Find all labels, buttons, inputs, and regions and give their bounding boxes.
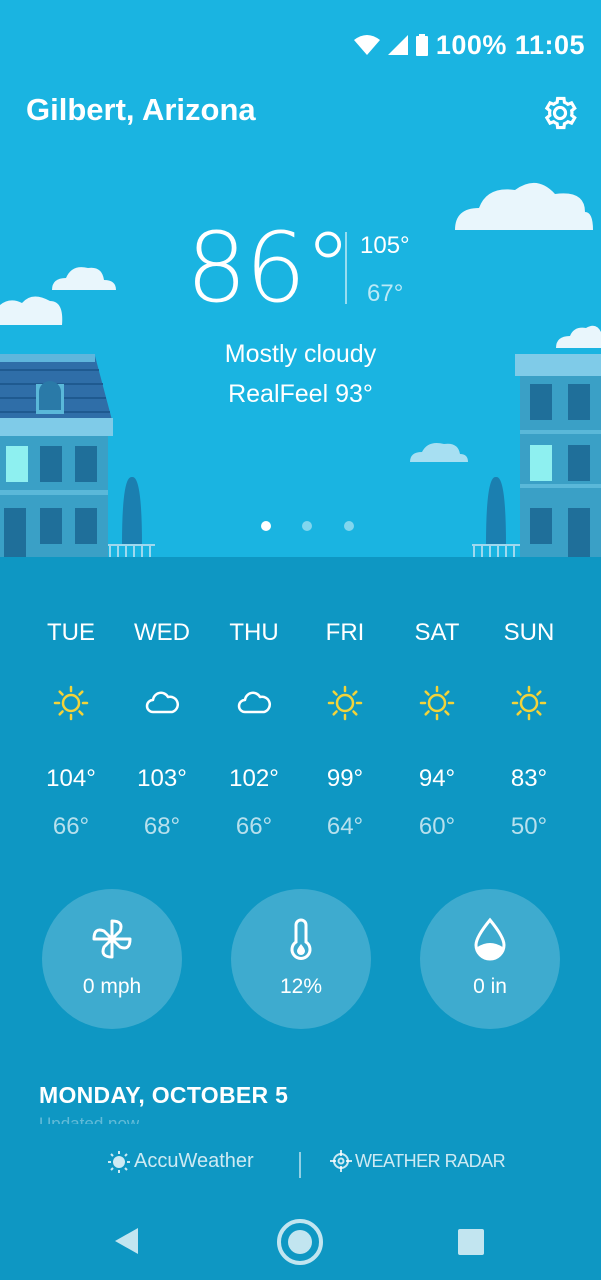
battery-percent: 100% bbox=[435, 29, 507, 60]
cloud-icon bbox=[145, 691, 179, 714]
forecast-high: 83° bbox=[510, 765, 548, 792]
humidity-value: 12% bbox=[279, 975, 323, 998]
updated-text: Updated now bbox=[39, 1114, 140, 1124]
date-heading: MONDAY, OCTOBER 5 bbox=[39, 1082, 289, 1108]
system-nav-bar bbox=[0, 1208, 601, 1280]
current-temperature: 86° bbox=[186, 212, 352, 324]
humidity-bubble[interactable]: 12% bbox=[231, 889, 371, 1029]
forecast-high: 94° bbox=[418, 765, 456, 792]
forecast-high: 103° bbox=[137, 765, 187, 792]
forecast-day-name: FRI bbox=[325, 619, 365, 646]
status-bar: 100% 11:05 bbox=[353, 28, 585, 62]
clock: 11:05 bbox=[514, 29, 585, 60]
location-title[interactable]: Gilbert, Arizona bbox=[26, 92, 256, 128]
forecast-high: 104° bbox=[46, 765, 96, 792]
accuweather-label: AccuWeather bbox=[134, 1150, 254, 1172]
sun-icon bbox=[53, 685, 89, 721]
wind-fan-icon bbox=[92, 919, 132, 959]
recent-apps-icon[interactable] bbox=[458, 1229, 484, 1255]
forecast-day-name: WED bbox=[134, 619, 190, 646]
today-low: 67° bbox=[367, 280, 404, 307]
current-weather-panel: 100% 11:05 Gilbert, Arizona 86° 105° 67°… bbox=[0, 0, 601, 557]
wind-bubble[interactable]: 0 mph bbox=[42, 889, 182, 1029]
temp-divider bbox=[345, 232, 347, 304]
condition-text: Mostly cloudy bbox=[224, 340, 377, 368]
forecast-low: 66° bbox=[52, 813, 90, 840]
forecast-low: 60° bbox=[418, 813, 456, 840]
sun-icon bbox=[511, 685, 547, 721]
page-dot[interactable] bbox=[302, 521, 312, 531]
accuweather-sun-icon bbox=[108, 1150, 130, 1173]
forecast-low: 64° bbox=[326, 813, 364, 840]
weather-radar-label: WEATHER RADAR bbox=[355, 1150, 506, 1171]
forecast-low: 50° bbox=[510, 813, 548, 840]
forecast-day-name: SUN bbox=[503, 619, 555, 646]
back-icon[interactable] bbox=[112, 1226, 140, 1256]
thermometer-drop-icon bbox=[290, 918, 312, 960]
footer-divider bbox=[299, 1152, 301, 1178]
sun-icon bbox=[327, 685, 363, 721]
forecast-day-name: TUE bbox=[47, 619, 95, 646]
battery-icon bbox=[415, 34, 428, 56]
forecast-high: 99° bbox=[326, 765, 364, 792]
page-indicator[interactable] bbox=[0, 521, 601, 535]
cloud-icon bbox=[237, 691, 271, 714]
page-dot[interactable] bbox=[261, 521, 271, 531]
home-icon[interactable] bbox=[276, 1218, 324, 1266]
forecast-low: 66° bbox=[235, 813, 273, 840]
forecast-low: 68° bbox=[143, 813, 181, 840]
forecast-day-name: THU bbox=[229, 619, 279, 646]
forecast-day-name: SAT bbox=[414, 619, 460, 646]
gear-icon[interactable] bbox=[541, 94, 579, 132]
wind-value: 0 mph bbox=[82, 975, 142, 998]
water-drop-icon bbox=[474, 917, 506, 961]
footer-links: AccuWeather WEATHER RADAR bbox=[0, 1150, 601, 1180]
cell-signal-icon bbox=[387, 35, 408, 55]
precipitation-value: 0 in bbox=[473, 975, 507, 998]
sun-icon bbox=[419, 685, 455, 721]
forecast-high: 102° bbox=[229, 765, 279, 792]
radar-crosshair-icon bbox=[330, 1150, 352, 1172]
realfeel-text: RealFeel 93° bbox=[228, 380, 373, 408]
today-high: 105° bbox=[360, 232, 410, 259]
page-dot[interactable] bbox=[344, 521, 354, 531]
accuweather-link[interactable]: AccuWeather bbox=[108, 1150, 254, 1173]
precipitation-bubble[interactable]: 0 in bbox=[420, 889, 560, 1029]
weather-radar-link[interactable]: WEATHER RADAR bbox=[330, 1150, 506, 1172]
wifi-icon bbox=[353, 35, 380, 55]
